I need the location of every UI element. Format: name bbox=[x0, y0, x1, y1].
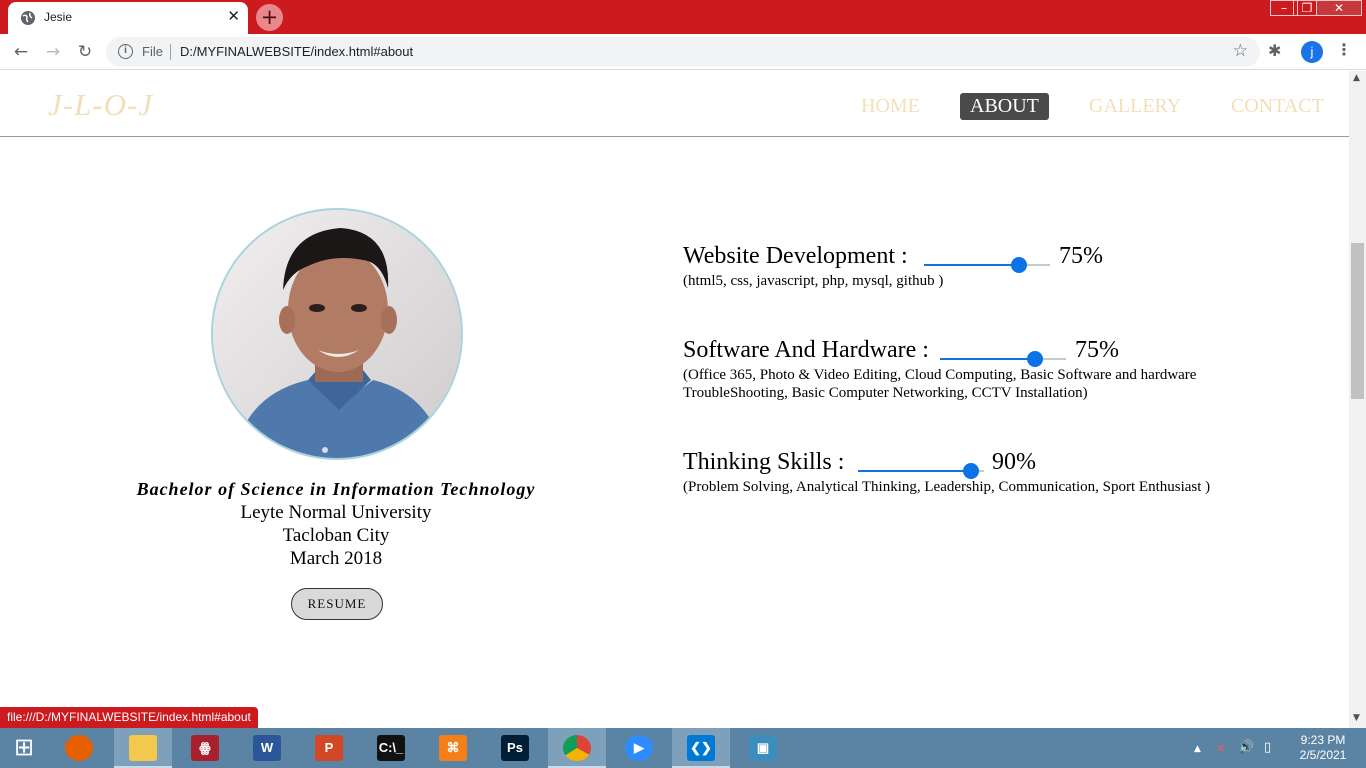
back-button[interactable]: ← bbox=[8, 39, 34, 65]
command-prompt-icon: C:\_ bbox=[377, 735, 405, 761]
info-icon[interactable]: i bbox=[118, 44, 133, 59]
taskbar-photoshop[interactable]: Ps bbox=[486, 728, 544, 768]
battery-icon[interactable]: ▯ bbox=[1264, 740, 1271, 755]
school-name: Leyte Normal University bbox=[240, 502, 432, 523]
xampp-icon: ⌘ bbox=[439, 735, 467, 761]
taskbar-word[interactable]: W bbox=[238, 728, 296, 768]
file-explorer-icon bbox=[129, 735, 157, 761]
mendeley-icon: ꙮ bbox=[191, 735, 219, 761]
taskbar-xampp[interactable]: ⌘ bbox=[424, 728, 482, 768]
resume-button[interactable]: RESUME bbox=[291, 588, 383, 620]
bookmark-star-icon[interactable]: ☆ bbox=[1233, 41, 1248, 61]
address-separator bbox=[170, 44, 171, 60]
nav-contact[interactable]: CONTACT bbox=[1221, 93, 1334, 120]
taskbar-firefox[interactable] bbox=[50, 728, 108, 768]
tray-chevron-icon[interactable]: ▲ bbox=[1194, 744, 1201, 754]
skill-percent: 75% bbox=[1075, 337, 1119, 363]
word-icon: W bbox=[253, 735, 281, 761]
powerpoint-icon: P bbox=[315, 735, 343, 761]
skill-description: (Problem Solving, Analytical Thinking, L… bbox=[683, 479, 1211, 495]
firefox-icon bbox=[65, 735, 93, 761]
scrollbar-thumb[interactable] bbox=[1351, 243, 1364, 399]
forward-button[interactable]: → bbox=[40, 39, 66, 65]
taskbar-command-prompt[interactable]: C:\_ bbox=[362, 728, 420, 768]
photos-icon: ▣ bbox=[749, 735, 777, 761]
skill-title: Thinking Skills : bbox=[683, 449, 845, 475]
taskbar-photos[interactable]: ▣ bbox=[734, 728, 792, 768]
globe-icon bbox=[21, 11, 35, 25]
school-city: Tacloban City bbox=[282, 525, 390, 546]
nav-home[interactable]: HOME bbox=[851, 93, 930, 120]
slider-thumb[interactable] bbox=[1026, 351, 1043, 367]
tray-clock[interactable]: 9:23 PM 2/5/2021 bbox=[1290, 733, 1356, 763]
reload-button[interactable]: ↻ bbox=[72, 39, 98, 65]
scroll-down-icon[interactable]: ▼ bbox=[1353, 713, 1360, 723]
taskbar-mendeley[interactable]: ꙮ bbox=[176, 728, 234, 768]
extensions-icon[interactable]: ✱ bbox=[1268, 41, 1281, 60]
skill-percent: 90% bbox=[992, 449, 1036, 475]
slider-fill bbox=[858, 470, 972, 472]
zoom-icon: ▶ bbox=[625, 735, 653, 761]
nav-about[interactable]: ABOUT bbox=[960, 93, 1049, 120]
degree-title: Bachelor of Science in Information Techn… bbox=[136, 479, 536, 499]
windows-start-icon: ⊞ bbox=[10, 735, 38, 761]
skill-percent: 75% bbox=[1059, 243, 1103, 269]
vscode-icon: ❮❯ bbox=[687, 735, 715, 761]
browser-toolbar: ← → ↻ i File D:/MYFINALWEBSITE/index.htm… bbox=[0, 34, 1366, 70]
scheme-label: File bbox=[142, 44, 163, 59]
browser-menu-icon[interactable]: ⋮ bbox=[1336, 40, 1352, 59]
nav-gallery[interactable]: GALLERY bbox=[1079, 93, 1191, 120]
network-icon[interactable]: ✕ bbox=[1216, 742, 1225, 755]
link-status-url: file:///D:/MYFINALWEBSITE/index.html#abo… bbox=[0, 707, 258, 728]
page-viewport: J-L-O-J HOME ABOUT GALLERY CONTACT Bache… bbox=[0, 71, 1349, 728]
slider-thumb[interactable] bbox=[963, 463, 980, 479]
address-bar[interactable]: i File D:/MYFINALWEBSITE/index.html#abou… bbox=[106, 37, 1260, 67]
photoshop-icon: Ps bbox=[501, 735, 529, 761]
site-header: J-L-O-J HOME ABOUT GALLERY CONTACT bbox=[0, 71, 1349, 137]
volume-icon[interactable]: 🔊 bbox=[1238, 740, 1254, 755]
taskbar-zoom[interactable]: ▶ bbox=[610, 728, 668, 768]
page-scrollbar[interactable]: ▲ ▼ bbox=[1349, 71, 1366, 728]
slider-fill bbox=[940, 358, 1035, 360]
taskbar-powerpoint[interactable]: P bbox=[300, 728, 358, 768]
clock-date: 2/5/2021 bbox=[1299, 748, 1347, 762]
graduation-date: March 2018 bbox=[289, 548, 383, 569]
new-tab-button[interactable]: + bbox=[256, 4, 283, 31]
close-window-button[interactable]: ✕ bbox=[1316, 0, 1362, 16]
taskbar-file-explorer[interactable] bbox=[114, 728, 172, 768]
url-text[interactable]: D:/MYFINALWEBSITE/index.html#about bbox=[180, 44, 413, 59]
taskbar-vscode[interactable]: ❮❯ bbox=[672, 728, 730, 768]
clock-time: 9:23 PM bbox=[1300, 733, 1346, 747]
skill-description: (Office 365, Photo & Video Editing, Clou… bbox=[683, 367, 1197, 401]
skill-title: Website Development : bbox=[683, 243, 908, 269]
tab-close-icon[interactable]: ✕ bbox=[227, 7, 240, 25]
chrome-icon bbox=[563, 735, 591, 761]
profile-avatar[interactable]: j bbox=[1301, 41, 1323, 63]
slider-fill bbox=[924, 264, 1019, 266]
skill-description: (html5, css, javascript, php, mysql, git… bbox=[683, 273, 944, 289]
site-logo[interactable]: J-L-O-J bbox=[48, 87, 153, 123]
profile-photo bbox=[211, 208, 463, 460]
tab-title: Jesie bbox=[44, 10, 73, 24]
slider-thumb[interactable] bbox=[1010, 257, 1027, 273]
taskbar-chrome[interactable] bbox=[548, 728, 606, 768]
browser-tab[interactable]: Jesie ✕ bbox=[8, 2, 248, 34]
skill-title: Software And Hardware : bbox=[683, 337, 929, 363]
scroll-up-icon[interactable]: ▲ bbox=[1353, 73, 1360, 83]
